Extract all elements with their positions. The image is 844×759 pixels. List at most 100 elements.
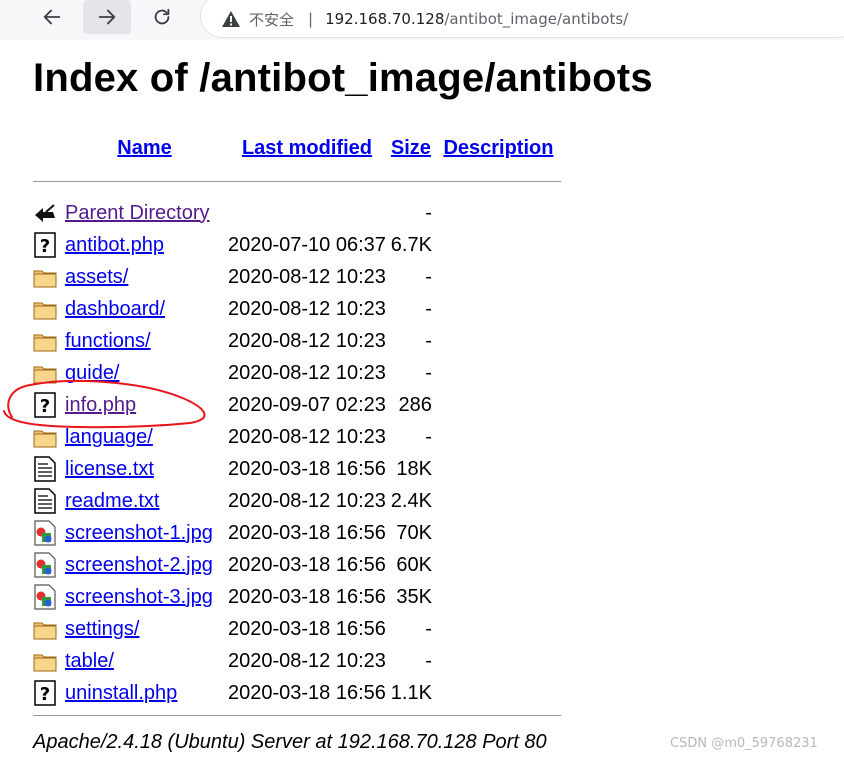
description-cell (434, 549, 563, 581)
size-cell: - (425, 649, 432, 672)
file-link[interactable]: dashboard/ (65, 298, 165, 320)
modified-cell: 2020-03-18 16:56 (228, 457, 386, 480)
size-cell: - (425, 297, 432, 320)
file-link[interactable]: language/ (65, 426, 153, 448)
description-cell (434, 485, 563, 517)
sort-by-name-link[interactable]: Name (117, 137, 171, 159)
description-cell (434, 293, 563, 325)
file-link[interactable]: guide/ (65, 362, 120, 384)
file-link[interactable]: license.txt (65, 458, 154, 480)
size-cell: 60K (396, 553, 432, 576)
sort-by-description-link[interactable]: Description (443, 137, 553, 159)
file-link[interactable]: antibot.php (65, 234, 164, 256)
file-link[interactable]: readme.txt (65, 490, 159, 512)
description-cell (434, 389, 563, 421)
insecure-label[interactable]: 不安全 (249, 9, 294, 30)
text-file-icon (33, 488, 61, 514)
size-cell: 6.7K (390, 233, 432, 256)
reload-button[interactable] (138, 0, 186, 34)
watermark: CSDN @m0_59768231 (670, 736, 818, 751)
file-link[interactable]: table/ (65, 650, 114, 672)
parent-directory-row: Parent Directory - (31, 197, 563, 229)
description-cell (434, 453, 563, 485)
header-divider (31, 165, 563, 197)
image-file-icon (33, 584, 61, 610)
size-cell: - (425, 329, 432, 352)
description-cell (434, 645, 563, 677)
size-cell: 1.1K (390, 681, 432, 704)
description-cell (434, 261, 563, 293)
back-arrow-icon (35, 204, 55, 222)
file-link[interactable]: assets/ (65, 266, 128, 288)
modified-cell: 2020-07-10 06:37 (228, 233, 386, 256)
unknown-file-icon: ? (33, 392, 61, 418)
unknown-file-icon: ? (33, 232, 61, 258)
svg-text:?: ? (40, 236, 50, 257)
unknown-file-icon: ? (33, 680, 61, 706)
sort-by-modified-link[interactable]: Last modified (242, 137, 372, 159)
table-row: table/2020-08-12 10:23 - (31, 645, 563, 677)
modified-cell: 2020-03-18 16:56 (228, 553, 386, 576)
address-separator: | (308, 10, 314, 28)
description-cell (434, 325, 563, 357)
modified-cell: 2020-08-12 10:23 (228, 361, 386, 384)
url-path: /antibot_image/antibots/ (444, 10, 629, 28)
image-file-icon (33, 520, 61, 546)
table-row: screenshot-1.jpg 2020-03-18 16:56 70K (31, 517, 563, 549)
size-cell: 18K (396, 457, 432, 480)
size-cell: - (425, 617, 432, 640)
modified-cell: 2020-08-12 10:23 (228, 265, 386, 288)
size-cell: 35K (396, 585, 432, 608)
table-row: assets/2020-08-12 10:23 - (31, 261, 563, 293)
size-cell: - (425, 265, 432, 288)
page-title: Index of /antibot_image/antibots (33, 56, 653, 100)
table-row: license.txt 2020-03-18 16:56 18K (31, 453, 563, 485)
folder-icon (33, 424, 61, 450)
parent-directory-link[interactable]: Parent Directory (65, 202, 210, 224)
description-cell (434, 229, 563, 261)
footer-divider (33, 715, 561, 716)
arrow-left-icon (43, 9, 61, 25)
table-row: guide/2020-08-12 10:23 - (31, 357, 563, 389)
sort-by-size-link[interactable]: Size (391, 137, 431, 159)
forward-button[interactable] (83, 0, 131, 34)
modified-cell: 2020-09-07 02:23 (228, 393, 386, 416)
modified-cell: 2020-03-18 16:56 (228, 585, 386, 608)
folder-icon (33, 648, 61, 674)
folder-icon (33, 296, 61, 322)
modified-cell: 2020-03-18 16:56 (228, 521, 386, 544)
table-row: readme.txt 2020-08-12 10:23 2.4K (31, 485, 563, 517)
modified-cell: 2020-08-12 10:23 (228, 297, 386, 320)
directory-listing: Name Last modified Size Description Pare… (31, 131, 563, 709)
table-row: dashboard/2020-08-12 10:23 - (31, 293, 563, 325)
browser-toolbar: 不安全 | 192.168.70.128 /antibot_image/anti… (0, 0, 844, 40)
file-link[interactable]: info.php (65, 394, 136, 416)
file-link[interactable]: screenshot-3.jpg (65, 586, 213, 608)
file-link[interactable]: uninstall.php (65, 682, 177, 704)
size-header: Size (388, 131, 434, 165)
svg-text:?: ? (40, 396, 50, 417)
warning-icon[interactable] (221, 10, 241, 28)
table-row: ? info.php 2020-09-07 02:23 286 (31, 389, 563, 421)
back-button[interactable] (28, 0, 76, 34)
modified-cell: 2020-08-12 10:23 (228, 489, 386, 512)
arrow-right-icon (98, 9, 116, 25)
size-cell: - (425, 361, 432, 384)
address-bar[interactable]: 不安全 | 192.168.70.128 /antibot_image/anti… (200, 0, 844, 38)
folder-icon (33, 264, 61, 290)
size-cell: 2.4K (390, 489, 432, 512)
description-cell (434, 613, 563, 645)
table-row: ? uninstall.php 2020-03-18 16:56 1.1K (31, 677, 563, 709)
file-link[interactable]: screenshot-1.jpg (65, 522, 213, 544)
table-row: language/2020-08-12 10:23 - (31, 421, 563, 453)
table-row: ? antibot.php 2020-07-10 06:37 6.7K (31, 229, 563, 261)
file-link[interactable]: screenshot-2.jpg (65, 554, 213, 576)
file-link[interactable]: functions/ (65, 330, 151, 352)
url-host: 192.168.70.128 (325, 10, 445, 28)
description-cell (434, 357, 563, 389)
folder-icon (33, 360, 61, 386)
table-row: functions/2020-08-12 10:23 - (31, 325, 563, 357)
file-link[interactable]: settings/ (65, 618, 139, 640)
table-row: screenshot-2.jpg 2020-03-18 16:56 60K (31, 549, 563, 581)
size-cell: - (425, 425, 432, 448)
